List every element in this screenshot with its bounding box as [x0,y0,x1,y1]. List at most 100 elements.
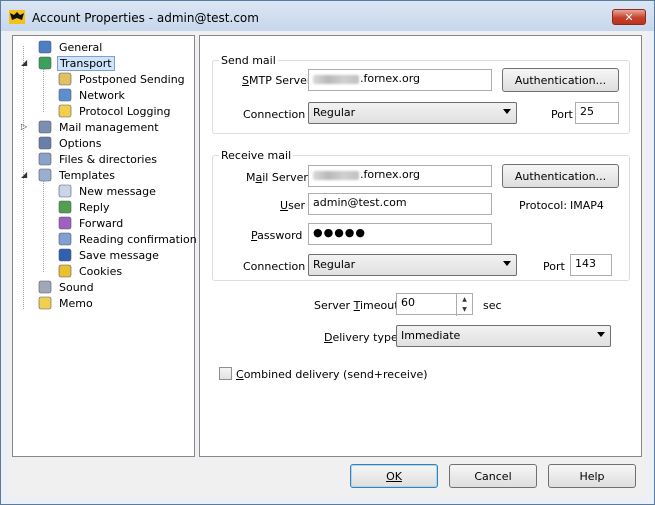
collapse-transport-icon[interactable]: ◢ [21,58,29,68]
smtp-server-input[interactable]: .fornex.org [308,69,492,91]
memo-icon [38,296,52,310]
help-button[interactable]: Help [548,464,636,488]
combined-delivery-checkbox[interactable] [219,367,232,380]
tree-item-new-message[interactable]: New message [57,183,158,199]
close-button[interactable]: ✕ [612,9,646,25]
receive-mail-legend: Receive mail [219,149,294,162]
reading-confirmation-icon [58,232,72,246]
transport-icon [38,56,52,70]
redacted-blur [313,170,359,180]
tree-item-label: Transport [57,55,115,71]
sound-icon [38,280,52,294]
password-input[interactable]: ●●●●● [308,223,492,245]
tree-item-sound[interactable]: Sound [37,279,96,295]
tree-item-reading-confirmation[interactable]: Reading confirmation [57,231,199,247]
protocol-value: IMAP4 [570,199,604,212]
log-icon [58,104,72,118]
mail-management-icon [38,120,52,134]
cancel-button[interactable]: Cancel [449,464,537,488]
tree-item-label: Files & directories [59,152,157,166]
server-timeout-input[interactable]: 60 ▲ ▼ [396,293,473,316]
protocol-label: Protocol: [519,199,568,212]
forward-icon [58,216,72,230]
chevron-down-icon [503,109,511,114]
clock-icon [58,72,72,86]
mail-server-label: Mail Server [246,171,308,184]
timeout-unit-label: sec [483,299,502,312]
tree-item-label: Forward [79,216,124,230]
delivery-type-label: Delivery type [324,331,398,344]
send-connection-select[interactable]: Regular [308,102,517,124]
collapse-templates-icon[interactable]: ◢ [21,170,29,180]
tree-item-postponed-sending[interactable]: Postponed Sending [57,71,187,87]
tree-item-label: Reading confirmation [79,232,197,246]
tree-item-protocol-logging[interactable]: Protocol Logging [57,103,172,119]
settings-tree[interactable]: ◢ ▷ ◢ General Transport Postponed Sending N… [12,35,197,457]
tree-item-label: Mail management [59,120,159,134]
expand-mail-management-icon[interactable]: ▷ [21,122,29,132]
receive-port-label: Port [543,260,565,273]
send-authentication-button[interactable]: Authentication... [502,68,619,92]
send-port-input[interactable]: 25 [575,102,619,124]
combined-delivery-label[interactable]: Combined delivery (send+receive) [236,368,428,381]
send-connection-label: Connection [243,108,306,121]
dialog-client: ◢ ▷ ◢ General Transport Postponed Sending N… [8,31,647,497]
options-icon [38,136,52,150]
chevron-down-icon [597,332,605,337]
receive-connection-select[interactable]: Regular [308,254,517,276]
tree-item-reply[interactable]: Reply [57,199,111,215]
tree-item-forward[interactable]: Forward [57,215,125,231]
spin-down-icon[interactable]: ▼ [457,304,472,314]
cookies-icon [58,264,72,278]
tree-item-transport[interactable]: Transport [37,55,115,71]
bat-app-icon [9,10,25,24]
tree-item-label: Cookies [79,264,123,278]
password-label: Password [251,229,303,242]
user-input[interactable]: admin@test.com [308,193,492,215]
tree-item-label: Reply [79,200,110,214]
send-mail-legend: Send mail [219,54,278,67]
receive-connection-label: Connection [243,260,306,273]
tree-item-label: Sound [59,280,94,294]
reply-icon [58,200,72,214]
receive-port-input[interactable]: 143 [570,254,612,276]
spin-up-icon[interactable]: ▲ [457,294,472,304]
ok-button[interactable]: OK [350,464,438,488]
tree-item-memo[interactable]: Memo [37,295,95,311]
tree-item-label: Save message [79,248,159,262]
mail-server-input[interactable]: .fornex.org [308,165,492,187]
smtp-server-label: SMTP Server [242,74,312,87]
general-icon [38,40,52,54]
tree-item-label: Options [59,136,102,150]
network-icon [58,88,72,102]
tree-item-label: Templates [59,168,115,182]
tree-item-save-message[interactable]: Save message [57,247,161,263]
tree-item-mail-management[interactable]: Mail management [37,119,161,135]
tree-item-label: Network [79,88,125,102]
transport-panel: Send mail SMTP Server .fornex.org Authen… [199,35,642,457]
files-icon [38,152,52,166]
tree-item-label: New message [79,184,156,198]
tree-item-files-directories[interactable]: Files & directories [37,151,159,167]
timeout-spinner[interactable]: ▲ ▼ [456,294,472,316]
tree-item-network[interactable]: Network [57,87,127,103]
server-timeout-label: Server Timeout [314,299,399,312]
send-port-label: Port [551,108,573,121]
tree-item-label: Memo [59,296,93,310]
title-bar[interactable]: Account Properties - admin@test.com ✕ [1,1,654,31]
tree-item-general[interactable]: General [37,39,104,55]
user-label: User [280,199,306,212]
tree-item-cookies[interactable]: Cookies [57,263,124,279]
account-properties-window: Account Properties - admin@test.com ✕ ◢ … [0,0,655,505]
tree-item-label: Protocol Logging [79,104,171,118]
chevron-down-icon [503,261,511,266]
delivery-type-select[interactable]: Immediate [396,325,611,347]
tree-item-options[interactable]: Options [37,135,103,151]
templates-icon [38,168,52,182]
tree-item-label: General [59,40,103,54]
receive-authentication-button[interactable]: Authentication... [502,164,619,188]
window-title: Account Properties - admin@test.com [32,11,259,25]
new-message-icon [58,184,72,198]
tree-item-templates[interactable]: Templates [37,167,117,183]
close-icon: ✕ [624,10,634,24]
